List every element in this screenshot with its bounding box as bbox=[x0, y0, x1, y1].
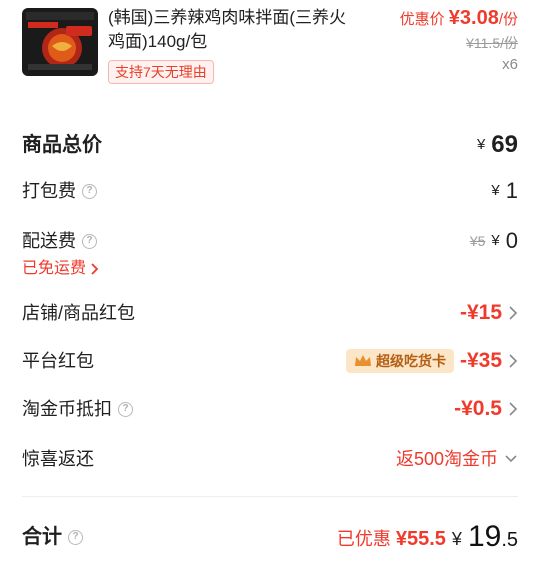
discount-price-value: ¥3.08 bbox=[448, 7, 499, 29]
delivery-fee-amount: 0 bbox=[505, 228, 518, 253]
shop-coupon-label: 店铺/商品红包 bbox=[22, 303, 136, 323]
platform-coupon-label: 平台红包 bbox=[22, 351, 94, 371]
platform-coupon-value: 超级吃货卡 -¥35 bbox=[345, 346, 518, 376]
total-label: 合计 bbox=[22, 526, 62, 548]
shop-coupon-value: -¥15 bbox=[460, 298, 518, 328]
free-shipping-text: 已免运费 bbox=[22, 260, 87, 277]
help-circle-icon[interactable]: ? bbox=[118, 401, 133, 417]
product-title[interactable]: (韩国)三养辣鸡肉味拌面(三养火鸡面)140g/包 bbox=[108, 6, 358, 54]
row-goods-total: 商品总价 ¥ 69 bbox=[22, 130, 518, 160]
return-policy-tag: 支持7天无理由 bbox=[108, 60, 214, 84]
packing-fee-amount: 1 bbox=[505, 178, 518, 203]
goods-total-value: ¥ 69 bbox=[477, 130, 518, 160]
help-circle-icon[interactable]: ? bbox=[82, 183, 97, 199]
surprise-cashback-value: 返500淘金币 bbox=[396, 444, 518, 474]
row-taojin-coin[interactable]: 淘金币抵扣 ? -¥0.5 bbox=[22, 394, 518, 424]
row-packing-fee: 打包费 ? ¥ 1 bbox=[22, 176, 518, 206]
grand-total-integer: 19 bbox=[467, 520, 502, 553]
discount-label: 优惠价 bbox=[399, 11, 445, 28]
help-circle-icon[interactable]: ? bbox=[82, 233, 97, 249]
total-value: 已优惠 ¥55.5 ¥ 19.5 bbox=[337, 520, 518, 557]
currency-symbol: ¥ bbox=[476, 136, 486, 153]
chevron-right-icon bbox=[509, 354, 518, 368]
taojin-coin-value: -¥0.5 bbox=[454, 394, 518, 424]
super-foodie-card-badge: 超级吃货卡 bbox=[345, 349, 454, 373]
saved-amount-group: 已优惠 ¥55.5 bbox=[337, 522, 446, 556]
currency-symbol: ¥ bbox=[491, 182, 500, 199]
goods-total-amount: 69 bbox=[491, 131, 518, 158]
saved-amount: ¥55.5 bbox=[395, 527, 446, 550]
divider bbox=[22, 496, 518, 497]
product-card[interactable]: (韩国)三养辣鸡肉味拌面(三养火鸡面)140g/包 支持7天无理由 优惠价 ¥3… bbox=[0, 0, 540, 100]
badge-text: 超级吃货卡 bbox=[375, 353, 446, 369]
delivery-fee-label-group: 配送费 ? bbox=[22, 226, 97, 256]
currency-symbol: ¥ bbox=[491, 232, 500, 249]
chevron-down-icon bbox=[505, 455, 517, 463]
quantity: x6 bbox=[502, 56, 518, 73]
saved-label: 已优惠 bbox=[336, 528, 391, 549]
currency-symbol: ¥ bbox=[451, 528, 462, 549]
packing-fee-label-group: 打包费 ? bbox=[22, 176, 97, 206]
total-label-group: 合计 ? bbox=[22, 520, 83, 554]
grand-total-decimal: .5 bbox=[501, 529, 518, 551]
chevron-right-icon bbox=[91, 263, 99, 275]
goods-total-label: 商品总价 bbox=[22, 134, 102, 156]
cashback-coins: 返500淘金币 bbox=[395, 449, 498, 469]
free-shipping-link[interactable]: 已免运费 bbox=[22, 258, 100, 280]
crown-icon bbox=[354, 355, 371, 366]
surprise-cashback-label: 惊喜返还 bbox=[22, 449, 94, 469]
grand-total: 19.5 bbox=[468, 520, 518, 557]
help-circle-icon[interactable]: ? bbox=[68, 529, 83, 545]
platform-coupon-amount: -¥35 bbox=[459, 349, 502, 372]
row-platform-coupon[interactable]: 平台红包 超级吃货卡 -¥35 bbox=[22, 346, 518, 376]
delivery-fee-label: 配送费 bbox=[22, 231, 76, 251]
price-column: 优惠价 ¥3.08/份 ¥11.5/份 x6 bbox=[400, 6, 518, 76]
chevron-right-icon bbox=[509, 402, 518, 416]
row-delivery-fee: 配送费 ? ¥5 ¥ 0 bbox=[22, 226, 518, 256]
row-total: 合计 ? 已优惠 ¥55.5 ¥ 19.5 bbox=[22, 520, 518, 554]
original-price: ¥11.5/份 bbox=[466, 35, 518, 51]
chevron-right-icon bbox=[509, 306, 518, 320]
row-surprise-cashback[interactable]: 惊喜返还 返500淘金币 bbox=[22, 444, 518, 474]
taojin-coin-label-group: 淘金币抵扣 ? bbox=[22, 394, 133, 424]
packing-fee-label: 打包费 bbox=[22, 181, 76, 201]
taojin-coin-amount: -¥0.5 bbox=[454, 397, 502, 420]
packing-fee-value: ¥ 1 bbox=[491, 176, 518, 206]
shop-coupon-amount: -¥15 bbox=[459, 301, 502, 324]
taojin-coin-label: 淘金币抵扣 bbox=[22, 399, 112, 419]
row-shop-coupon[interactable]: 店铺/商品红包 -¥15 bbox=[22, 298, 518, 328]
delivery-fee-value: ¥5 ¥ 0 bbox=[470, 226, 518, 256]
per-unit: /份 bbox=[498, 11, 518, 28]
delivery-original-fee: ¥5 bbox=[469, 233, 486, 249]
product-thumbnail[interactable] bbox=[22, 8, 98, 76]
discount-price: 优惠价 ¥3.08/份 bbox=[400, 6, 518, 32]
